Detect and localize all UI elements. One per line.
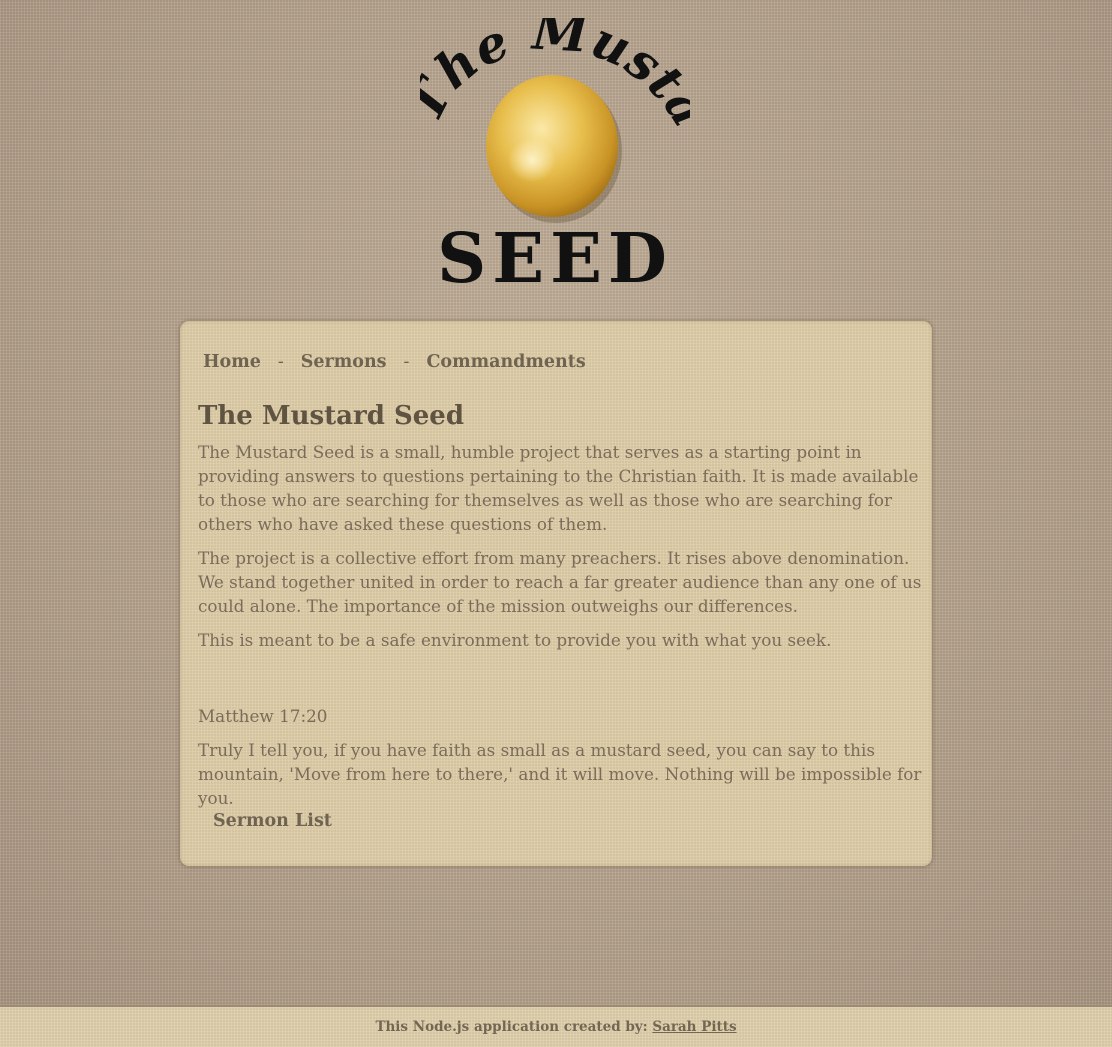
intro-paragraph: This is meant to be a safe environment t… (198, 630, 832, 650)
footer-credit-text: This Node.js application created by: (375, 1019, 648, 1035)
logo-bottom-text: SEED (437, 219, 673, 293)
nav-sermons-link[interactable]: Sermons (301, 352, 387, 372)
verse-text: Truly I tell you, if you have faith as s… (198, 740, 922, 808)
nav-separator: - (403, 352, 410, 372)
nav-separator: - (277, 352, 284, 372)
mustard-seed-icon (486, 75, 622, 223)
intro-paragraph: The Mustard Seed is a small, humble proj… (198, 442, 919, 534)
main-nav: Home - Sermons - Commandments (203, 352, 586, 372)
site-logo: The Mustard SEED (420, 18, 690, 293)
intro-paragraph: The project is a collective effort from … (198, 548, 922, 616)
sermon-list-link[interactable]: Sermon List (213, 811, 332, 831)
content-panel: Home - Sermons - Commandments The Mustard Se… (180, 321, 932, 866)
intro-content: The Mustard Seed is a small, humble proj… (198, 440, 928, 820)
nav-commandments-link[interactable]: Commandments (426, 352, 585, 372)
footer-author-link[interactable]: Sarah Pitts (652, 1019, 736, 1035)
verse-reference: Matthew 17:20 (198, 706, 328, 726)
page-title: The Mustard Seed (198, 401, 464, 431)
nav-home-link[interactable]: Home (203, 352, 261, 372)
footer: This Node.js application created by: Sar… (0, 1005, 1112, 1047)
